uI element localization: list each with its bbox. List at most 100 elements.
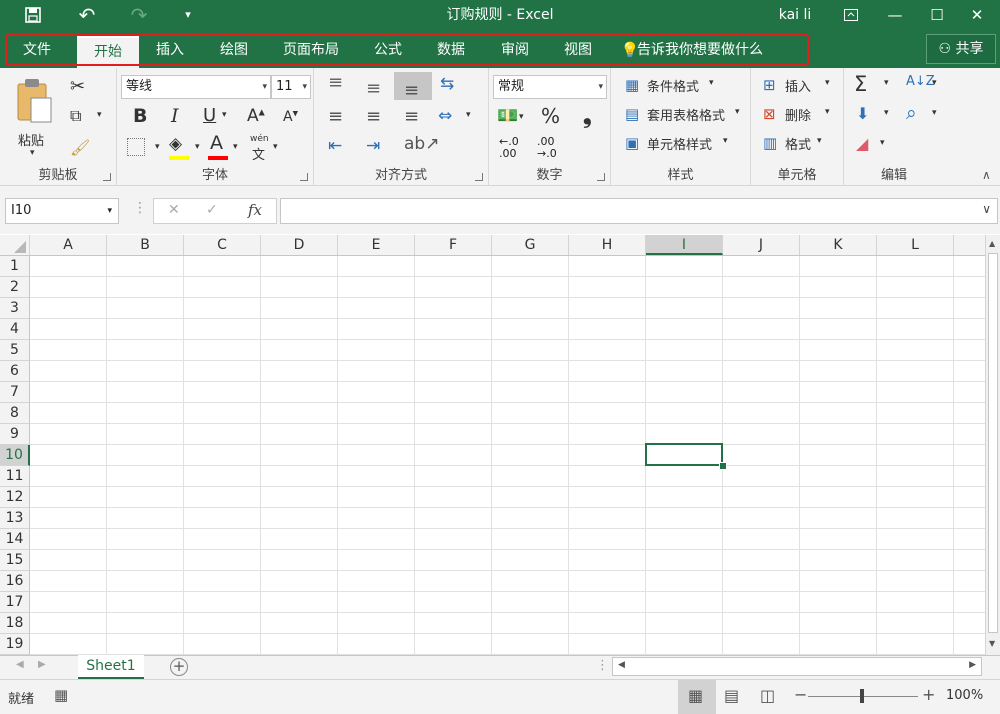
row-header[interactable]: 17 xyxy=(0,592,30,613)
format-painter-icon[interactable]: 🖌 xyxy=(70,138,90,157)
conditional-formatting-button[interactable]: 条件格式 xyxy=(647,76,699,95)
dialog-launcher-icon[interactable] xyxy=(475,173,483,181)
decrease-decimal-button[interactable]: .00 →.0 xyxy=(537,136,567,160)
align-top-icon[interactable]: ≡ xyxy=(328,72,343,93)
zoom-out-button[interactable]: − xyxy=(794,685,807,704)
grow-font-button[interactable]: A▲ xyxy=(247,106,265,126)
row-header[interactable]: 7 xyxy=(0,382,30,403)
row-header[interactable]: 12 xyxy=(0,487,30,508)
fill-color-dropdown-icon[interactable]: ▾ xyxy=(195,142,200,152)
find-select-icon[interactable]: ⌕ xyxy=(906,102,917,124)
fill-icon[interactable]: ⬇ xyxy=(856,104,869,123)
row-header[interactable]: 15 xyxy=(0,550,30,571)
align-bottom-button[interactable]: ≡ xyxy=(394,72,432,101)
column-header[interactable]: H xyxy=(569,235,646,255)
cut-icon[interactable]: ✂ xyxy=(70,76,85,97)
paste-label[interactable]: 粘贴 xyxy=(18,130,44,149)
chevron-down-icon[interactable]: ▾ xyxy=(262,76,267,98)
maximize-icon[interactable]: ☐ xyxy=(922,0,952,30)
conditional-dropdown-icon[interactable]: ▾ xyxy=(709,78,714,88)
selected-cell[interactable] xyxy=(645,443,723,466)
scroll-up-icon[interactable]: ▲ xyxy=(989,239,995,248)
merge-dropdown-icon[interactable]: ▾ xyxy=(466,110,471,120)
font-name-box[interactable]: 等线 ▾ xyxy=(121,75,271,99)
user-name[interactable]: kai li xyxy=(760,0,830,30)
zoom-slider-thumb[interactable] xyxy=(860,689,864,703)
cell-styles-dropdown-icon[interactable]: ▾ xyxy=(723,136,728,146)
column-header[interactable]: A xyxy=(30,235,107,255)
prev-sheet-icon[interactable]: ◀ xyxy=(16,659,24,670)
align-middle-icon[interactable]: ≡ xyxy=(366,78,381,99)
format-cells-icon[interactable]: ▥ xyxy=(763,134,777,152)
paste-icon[interactable] xyxy=(14,76,52,126)
row-header[interactable]: 13 xyxy=(0,508,30,529)
row-header[interactable]: 2 xyxy=(0,277,30,298)
paste-dropdown-icon[interactable]: ▾ xyxy=(30,148,35,158)
accounting-dropdown-icon[interactable]: ▾ xyxy=(519,112,524,122)
percent-button[interactable]: % xyxy=(541,104,560,128)
column-header[interactable]: B xyxy=(107,235,184,255)
row-header[interactable]: 9 xyxy=(0,424,30,445)
autosum-icon[interactable]: Σ xyxy=(854,72,867,96)
increase-indent-icon[interactable]: ⇥ xyxy=(366,136,380,156)
column-header[interactable]: K xyxy=(800,235,877,255)
copy-dropdown-icon[interactable]: ▾ xyxy=(97,110,102,120)
zoom-in-button[interactable]: + xyxy=(922,685,935,704)
font-color-button[interactable]: A xyxy=(210,132,223,154)
delete-cells-button[interactable]: 删除 xyxy=(785,105,811,124)
format-cells-button[interactable]: 格式 xyxy=(785,134,811,153)
column-header[interactable]: L xyxy=(877,235,954,255)
row-header[interactable]: 19 xyxy=(0,634,30,655)
align-center-icon[interactable]: ≡ xyxy=(366,106,381,127)
macro-record-icon[interactable]: ▦ xyxy=(54,686,68,704)
collapse-ribbon-icon[interactable]: ∧ xyxy=(982,168,991,182)
sort-filter-icon[interactable]: A↓Z xyxy=(906,74,935,89)
row-header-selected[interactable]: 10 xyxy=(0,445,30,466)
clear-icon[interactable]: ◢ xyxy=(856,134,868,153)
delete-cells-icon[interactable]: ⊠ xyxy=(763,105,776,123)
phonetic-dropdown-icon[interactable]: ▾ xyxy=(273,142,278,152)
font-size-box[interactable]: 11 ▾ xyxy=(271,75,311,99)
shrink-font-button[interactable]: A▼ xyxy=(283,109,298,125)
expand-formula-icon[interactable]: ∨ xyxy=(982,202,991,216)
phonetic-icon[interactable]: 文 xyxy=(252,144,265,163)
dialog-launcher-icon[interactable] xyxy=(103,173,111,181)
borders-icon[interactable] xyxy=(127,138,145,156)
row-header[interactable]: 14 xyxy=(0,529,30,550)
cell-styles-icon[interactable]: ▣ xyxy=(625,134,639,152)
table-dropdown-icon[interactable]: ▾ xyxy=(735,107,740,117)
add-sheet-button[interactable]: + xyxy=(170,658,188,676)
align-right-icon[interactable]: ≡ xyxy=(404,106,419,127)
cell-grid[interactable] xyxy=(30,256,985,655)
chevron-down-icon[interactable]: ▾ xyxy=(107,199,112,223)
column-header[interactable]: D xyxy=(261,235,338,255)
borders-dropdown-icon[interactable]: ▾ xyxy=(155,142,160,152)
sheet-tab-sheet1[interactable]: Sheet1 xyxy=(78,655,144,679)
undo-icon[interactable]: ↶ xyxy=(72,0,102,30)
zoom-level[interactable]: 100% xyxy=(946,688,983,703)
insert-dropdown-icon[interactable]: ▾ xyxy=(825,78,830,88)
column-header-selected[interactable]: I xyxy=(646,235,723,255)
share-button[interactable]: ⚇ 共享 xyxy=(926,34,996,64)
split-handle-icon[interactable]: ⋮ xyxy=(596,658,609,673)
column-header[interactable]: G xyxy=(492,235,569,255)
bold-button[interactable]: B xyxy=(133,105,147,127)
ribbon-display-icon[interactable] xyxy=(838,0,864,30)
dialog-launcher-icon[interactable] xyxy=(300,173,308,181)
insert-function-icon[interactable]: fx xyxy=(248,201,262,219)
row-header[interactable]: 18 xyxy=(0,613,30,634)
vertical-scrollbar[interactable]: ▲ ▼ xyxy=(985,235,1000,655)
scroll-down-icon[interactable]: ▼ xyxy=(989,639,995,648)
scroll-right-icon[interactable]: ▶ xyxy=(969,660,976,670)
horizontal-scrollbar[interactable]: ◀ ▶ xyxy=(612,657,982,676)
minimize-icon[interactable]: — xyxy=(880,0,910,30)
copy-icon[interactable]: ⧉ xyxy=(70,106,81,126)
conditional-formatting-icon[interactable]: ▦ xyxy=(625,76,639,94)
orientation-icon[interactable]: ab↗ xyxy=(404,134,439,154)
cell-styles-button[interactable]: 单元格样式 xyxy=(647,134,712,153)
customize-toolbar-icon[interactable]: ▾ xyxy=(176,0,200,30)
phonetic-wen[interactable]: wén xyxy=(250,134,269,144)
italic-button[interactable]: I xyxy=(171,105,179,127)
fill-handle[interactable] xyxy=(719,462,727,470)
scroll-left-icon[interactable]: ◀ xyxy=(618,660,625,670)
